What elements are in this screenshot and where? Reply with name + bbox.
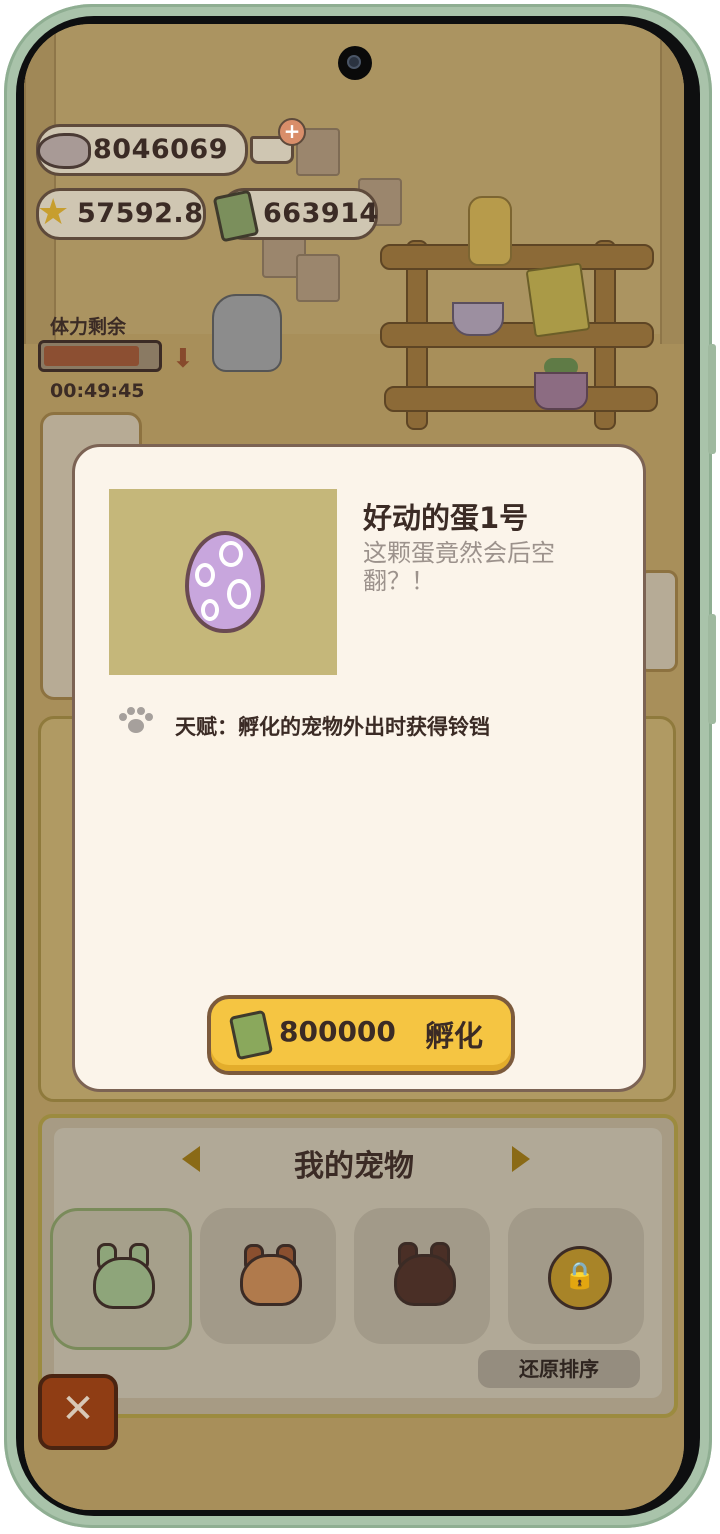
paw-toe bbox=[127, 707, 135, 715]
next-page-arrow-icon[interactable] bbox=[512, 1146, 530, 1172]
wall-pillar bbox=[660, 24, 684, 344]
paw-icon bbox=[119, 707, 153, 737]
shelf-beam bbox=[380, 322, 654, 348]
pet-slot[interactable] bbox=[354, 1208, 490, 1344]
hatch-label: 孵化 bbox=[425, 1019, 484, 1053]
pet-slot[interactable] bbox=[50, 1208, 192, 1350]
egg-spot bbox=[227, 579, 251, 609]
egg-spot bbox=[195, 563, 215, 587]
stamina-bar bbox=[38, 340, 162, 372]
paw-toe bbox=[137, 707, 145, 715]
game-screen: 体力剩余 ⬇ 00:49:45 8046069 + ★ 57592.8 6639… bbox=[24, 24, 684, 1510]
book bbox=[525, 262, 591, 338]
ticket-value: 663914 bbox=[263, 198, 379, 229]
paw-pad bbox=[128, 719, 144, 733]
kettle bbox=[212, 294, 282, 372]
wall-pillar bbox=[24, 24, 56, 344]
egg-talent: 天赋：孵化的宠物外出时获得铃铛 bbox=[175, 715, 490, 739]
pets-title: 我的宠物 bbox=[294, 1149, 414, 1184]
shop-cart-button[interactable]: + bbox=[248, 118, 306, 168]
stamina-bar-fill bbox=[44, 346, 139, 366]
ticket-counter: 663914 bbox=[212, 188, 379, 243]
arrow-down-icon: ⬇ bbox=[172, 344, 194, 374]
volume-button bbox=[708, 344, 716, 454]
orange-cat-pet-icon bbox=[240, 1254, 302, 1306]
egg-info-dialog: 好动的蛋1号 这颗蛋竟然会后空翻？！ 天赋：孵化的宠物外出时获得铃铛 80000… bbox=[72, 444, 646, 1092]
lock-icon: 🔒 bbox=[563, 1261, 597, 1291]
ticket-icon bbox=[212, 189, 260, 243]
plant-pot bbox=[534, 372, 588, 410]
hatch-price: 800000 bbox=[279, 1015, 396, 1048]
paw-toe bbox=[145, 713, 153, 721]
egg-name: 好动的蛋1号 bbox=[363, 501, 529, 535]
fish-coin-counter: 8046069 bbox=[36, 124, 248, 176]
bowl bbox=[452, 302, 504, 336]
close-button[interactable]: ✕ bbox=[38, 1374, 118, 1450]
egg-spot bbox=[219, 541, 243, 567]
paw-toe bbox=[119, 713, 127, 721]
pet-slot-locked[interactable]: 🔒 bbox=[508, 1208, 644, 1344]
lock-badge: 🔒 bbox=[548, 1246, 612, 1310]
egg-image-box bbox=[109, 489, 337, 675]
star-counter: ★ 57592.8 bbox=[36, 188, 206, 240]
stamina-label: 体力剩余 bbox=[50, 316, 127, 338]
close-icon: ✕ bbox=[61, 1386, 95, 1432]
fish-icon bbox=[37, 133, 91, 169]
plus-icon: + bbox=[278, 118, 306, 146]
vase bbox=[468, 196, 512, 266]
hatch-button[interactable]: 800000 孵化 bbox=[207, 995, 515, 1075]
pet-slot[interactable] bbox=[200, 1208, 336, 1344]
star-value: 57592.8 bbox=[77, 198, 204, 229]
shelf-beam bbox=[380, 244, 654, 270]
star-icon: ★ bbox=[37, 192, 70, 233]
note-card bbox=[296, 254, 340, 302]
shelf-beam bbox=[384, 386, 658, 412]
stamina-timer: 00:49:45 bbox=[50, 380, 145, 402]
power-button bbox=[708, 614, 716, 724]
front-camera bbox=[338, 46, 372, 80]
fish-coin-value: 8046069 bbox=[93, 134, 229, 165]
purple-egg-icon bbox=[185, 531, 265, 633]
dark-blob-pet-icon bbox=[394, 1254, 456, 1306]
egg-description: 这颗蛋竟然会后空翻？！ bbox=[363, 539, 555, 595]
restore-order-button[interactable]: 还原排序 bbox=[478, 1350, 640, 1388]
egg-spot bbox=[201, 599, 219, 621]
ticket-icon bbox=[228, 1009, 274, 1061]
green-bunny-pet-icon bbox=[93, 1257, 155, 1309]
